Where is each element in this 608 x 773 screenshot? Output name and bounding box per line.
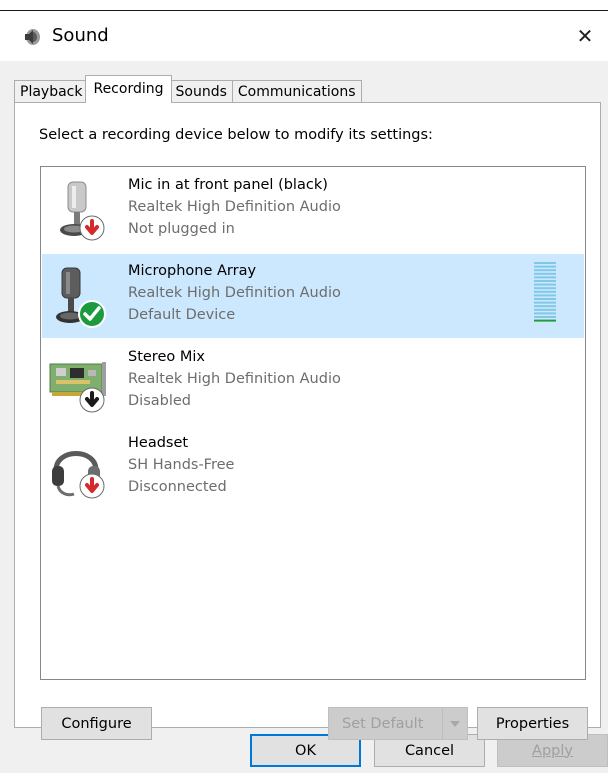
level-meter-segment bbox=[534, 272, 556, 275]
device-name: Mic in at front panel (black) bbox=[128, 177, 328, 193]
tab-strip: Playback Recording Sounds Communications bbox=[14, 75, 362, 103]
device-driver: Realtek High Definition Audio bbox=[128, 371, 341, 387]
device-name: Microphone Array bbox=[128, 263, 257, 279]
device-text: Mic in at front panel (black) Realtek Hi… bbox=[128, 174, 341, 240]
headset-icon bbox=[52, 451, 105, 499]
sound-card-icon bbox=[49, 362, 106, 413]
device-name: Stereo Mix bbox=[128, 349, 205, 365]
tab-recording-label: Recording bbox=[93, 81, 164, 97]
device-driver: Realtek High Definition Audio bbox=[128, 285, 341, 301]
device-text: Stereo Mix Realtek High Definition Audio… bbox=[128, 346, 341, 412]
title-bar[interactable]: Sound ✕ bbox=[0, 11, 608, 61]
tab-communications[interactable]: Communications bbox=[231, 80, 362, 103]
level-meter-segment bbox=[534, 305, 556, 308]
configure-button-label: Configure bbox=[61, 715, 132, 732]
instruction-text: Select a recording device below to modif… bbox=[39, 127, 433, 143]
speaker-icon bbox=[25, 29, 40, 45]
configure-button[interactable]: Configure bbox=[41, 707, 152, 740]
level-meter-segment bbox=[534, 308, 556, 311]
level-meter-segment bbox=[534, 319, 556, 322]
close-button[interactable]: ✕ bbox=[562, 11, 608, 61]
top-edge bbox=[0, 0, 608, 11]
device-status: Default Device bbox=[128, 307, 236, 323]
chevron-down-icon[interactable] bbox=[442, 708, 467, 739]
device-driver: Realtek High Definition Audio bbox=[128, 199, 341, 215]
level-meter-segment bbox=[534, 287, 556, 290]
level-meter-segment bbox=[534, 276, 556, 279]
level-meter-segment bbox=[534, 269, 556, 272]
device-status: Disabled bbox=[128, 393, 191, 409]
recording-panel: Select a recording device below to modif… bbox=[14, 102, 601, 740]
tab-playback-label: Playback bbox=[20, 84, 83, 100]
tab-sounds-label: Sounds bbox=[175, 84, 227, 100]
device-item-mic-front-panel[interactable]: Mic in at front panel (black) Realtek Hi… bbox=[42, 168, 584, 252]
ok-button-label: OK bbox=[295, 742, 316, 759]
device-text: Microphone Array Realtek High Definition… bbox=[128, 260, 341, 326]
microphone-icon bbox=[60, 181, 105, 241]
level-meter-segment bbox=[534, 280, 556, 282]
device-item-stereo-mix[interactable]: Stereo Mix Realtek High Definition Audio… bbox=[42, 340, 584, 424]
device-driver: SH Hands-Free bbox=[128, 457, 235, 473]
level-meter-segment bbox=[534, 294, 556, 297]
level-meter-segment bbox=[534, 262, 556, 264]
dialog-body: Playback Recording Sounds Communications… bbox=[0, 61, 608, 773]
device-list[interactable]: Mic in at front panel (black) Realtek Hi… bbox=[40, 166, 586, 680]
level-meter-segment bbox=[534, 301, 556, 304]
set-default-button[interactable]: Set Default bbox=[328, 707, 468, 740]
device-item-microphone-array[interactable]: Microphone Array Realtek High Definition… bbox=[42, 254, 584, 338]
window-title: Sound bbox=[52, 25, 109, 46]
level-meter-segment bbox=[534, 265, 556, 268]
device-text: Headset SH Hands-Free Disconnected bbox=[128, 432, 234, 498]
tab-sounds[interactable]: Sounds bbox=[169, 80, 233, 103]
tab-playback[interactable]: Playback bbox=[14, 80, 89, 103]
properties-button[interactable]: Properties bbox=[477, 707, 588, 740]
level-meter-segment bbox=[534, 290, 556, 293]
device-status: Disconnected bbox=[128, 479, 227, 495]
level-meter-segment bbox=[534, 283, 556, 286]
apply-button-label: Apply bbox=[532, 742, 573, 759]
properties-button-label: Properties bbox=[495, 715, 570, 732]
device-status: Not plugged in bbox=[128, 221, 235, 237]
close-icon: ✕ bbox=[576, 24, 594, 48]
level-meter-segment bbox=[534, 312, 556, 315]
tab-communications-label: Communications bbox=[237, 84, 356, 100]
cancel-button-label: Cancel bbox=[404, 742, 455, 759]
microphone-icon bbox=[56, 267, 106, 328]
device-item-headset[interactable]: Headset SH Hands-Free Disconnected bbox=[42, 426, 584, 510]
level-meter bbox=[534, 262, 556, 322]
set-default-button-label: Set Default bbox=[342, 715, 424, 732]
level-meter-segment bbox=[534, 298, 556, 300]
tab-recording[interactable]: Recording bbox=[85, 75, 172, 103]
level-meter-segment bbox=[534, 316, 556, 318]
device-name: Headset bbox=[128, 435, 189, 451]
